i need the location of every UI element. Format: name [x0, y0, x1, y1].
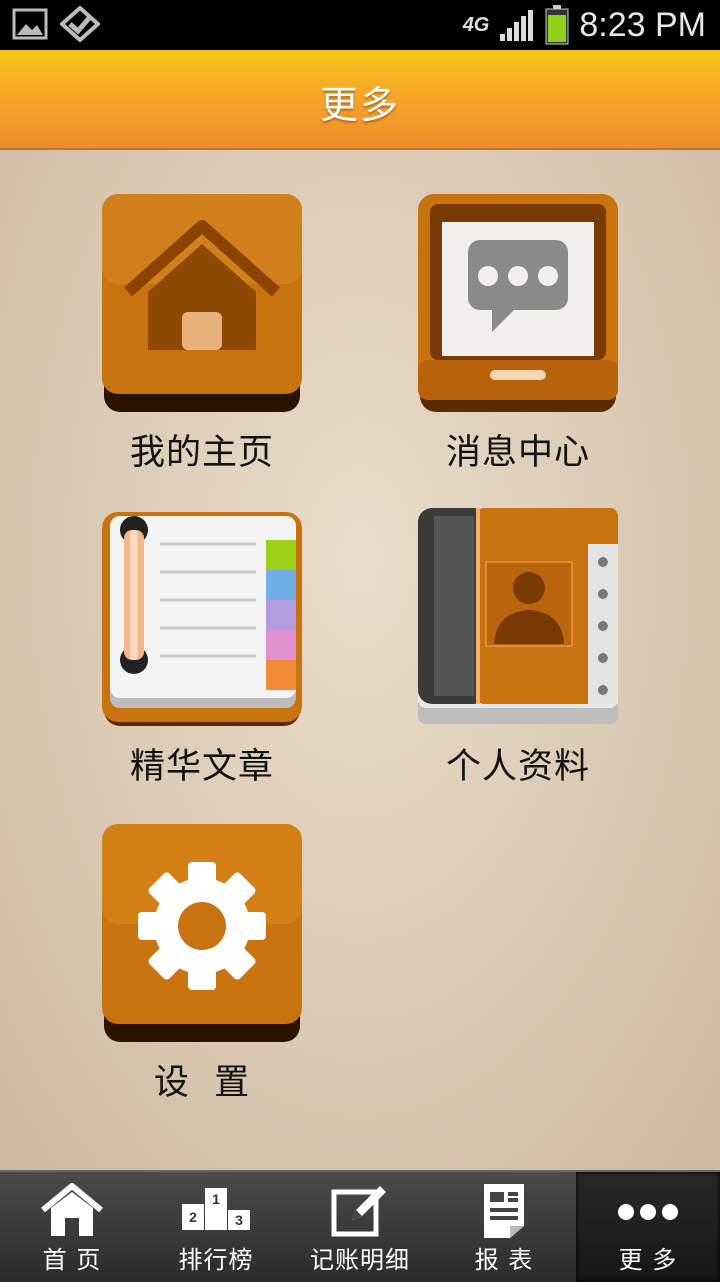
clock: 8:23 PM: [579, 5, 706, 44]
nav-item-report[interactable]: 报 表: [432, 1172, 576, 1282]
home-icon: [100, 192, 304, 414]
tile-label: 个人资料: [445, 747, 590, 787]
podium-second: 2: [189, 1209, 197, 1225]
notebook-icon: [100, 506, 304, 728]
tile-label: 消息中心: [445, 433, 590, 473]
nav-item-account-details[interactable]: 记账明细: [288, 1172, 432, 1282]
contacts-book-icon: [416, 506, 620, 728]
image-notification-icon: [12, 8, 48, 40]
message-center-icon: [416, 192, 620, 414]
checkmark-notification-icon: [60, 6, 100, 42]
nav-item-more[interactable]: 更 多: [576, 1172, 720, 1282]
network-type: 4G: [462, 13, 490, 36]
podium-first: 1: [212, 1191, 220, 1207]
bottom-nav: 首 页 2 1 3 排行榜 记账明细 报 表 更 多: [0, 1170, 720, 1282]
report-icon: [484, 1184, 524, 1238]
tile-personal-profile[interactable]: 个人资料: [408, 506, 628, 789]
notification-icons: [12, 6, 100, 42]
tile-featured-articles[interactable]: 精华文章: [92, 506, 312, 789]
home-icon: [41, 1183, 103, 1236]
more-menu-grid: 我的主页 消息中心 精华文章 个人资料 设 置: [0, 150, 720, 1170]
nav-label: 排行榜: [178, 1246, 254, 1274]
app-header: 更多: [0, 50, 720, 150]
tile-my-homepage[interactable]: 我的主页: [92, 192, 312, 475]
nav-item-home[interactable]: 首 页: [0, 1172, 144, 1282]
tile-label: 精华文章: [129, 747, 274, 787]
battery-icon: [545, 5, 569, 45]
more-icon: [618, 1204, 678, 1220]
nav-label: 记账明细: [310, 1246, 410, 1274]
nav-label: 更 多: [618, 1246, 678, 1274]
gear-icon: [100, 822, 304, 1044]
tile-message-center[interactable]: 消息中心: [408, 192, 628, 475]
podium-icon: 2 1 3: [182, 1188, 250, 1230]
nav-label: 首 页: [42, 1246, 102, 1274]
tile-label: 我的主页: [129, 433, 274, 473]
tile-settings[interactable]: 设 置: [92, 822, 312, 1105]
tile-label: 设 置: [153, 1063, 251, 1103]
page-title: 更多: [319, 83, 400, 127]
status-bar: 4G 8:23 PM: [0, 0, 720, 50]
signal-icon: [500, 10, 534, 41]
nav-item-ranking[interactable]: 2 1 3 排行榜: [144, 1172, 288, 1282]
edit-icon: [331, 1186, 386, 1237]
podium-third: 3: [235, 1212, 243, 1228]
nav-label: 报 表: [474, 1246, 534, 1274]
